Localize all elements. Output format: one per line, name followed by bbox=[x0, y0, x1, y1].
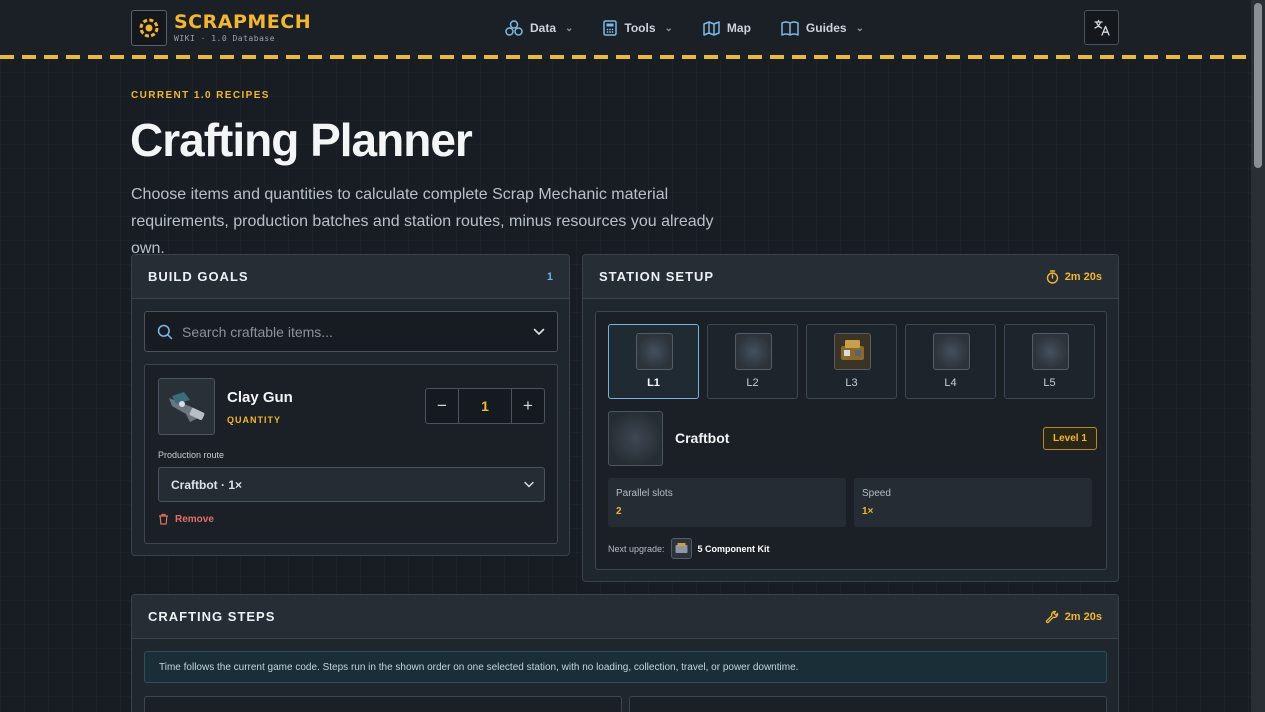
top-navigation-bar: SCRAPMECH WIKI · 1.0 Database Data ⌄ Too… bbox=[0, 0, 1251, 56]
nav-map[interactable]: Map bbox=[703, 18, 751, 38]
level-label: L4 bbox=[944, 377, 957, 389]
chevron-down-icon: ⌄ bbox=[664, 22, 673, 34]
station-level-l3[interactable]: L3 bbox=[806, 324, 897, 399]
nav-tools-label: Tools bbox=[624, 21, 656, 35]
chevron-down-icon[interactable] bbox=[533, 328, 545, 336]
language-button[interactable] bbox=[1084, 10, 1119, 45]
production-route-label: Production route bbox=[158, 450, 225, 460]
craftbot-l4-icon bbox=[933, 333, 970, 370]
station-level-selector: L1 L2 L3 L4 L5 bbox=[608, 324, 1095, 399]
increase-quantity-button[interactable]: + bbox=[512, 389, 544, 423]
parallel-slots-label: Parallel slots bbox=[616, 488, 673, 499]
nav-data-label: Data bbox=[530, 21, 557, 35]
station-setup-panel: STATION SETUP 2m 20s L1 L2 L3 L4 L5 Craf… bbox=[582, 254, 1119, 582]
chevron-down-icon: ⌄ bbox=[565, 22, 574, 34]
search-icon bbox=[157, 324, 173, 339]
station-config: L1 L2 L3 L4 L5 Craftbot Level 1 Parallel… bbox=[595, 311, 1107, 570]
next-upgrade: Next upgrade: 5 Component Kit bbox=[608, 538, 770, 559]
translate-icon bbox=[1093, 19, 1110, 36]
wrench-icon bbox=[1045, 610, 1058, 623]
clay-gun-icon bbox=[168, 391, 204, 422]
level-label: L5 bbox=[1043, 377, 1056, 389]
station-level-l5[interactable]: L5 bbox=[1004, 324, 1095, 399]
item-search-combobox[interactable] bbox=[144, 311, 558, 352]
craftbot-l5-icon bbox=[1032, 333, 1069, 370]
level-label: L2 bbox=[746, 377, 759, 389]
brand-name[interactable]: SCRAPMECH bbox=[174, 11, 311, 33]
build-goals-panel: BUILD GOALS 1 Clay Gun QUANTITY − 1 + bbox=[131, 254, 570, 556]
parallel-slots-value: 2 bbox=[616, 506, 622, 517]
hazard-stripe-divider bbox=[0, 55, 1251, 59]
brand-subtitle: WIKI · 1.0 Database bbox=[174, 34, 276, 43]
station-time: 2m 20s bbox=[1046, 269, 1102, 284]
scrollbar-thumb[interactable] bbox=[1254, 3, 1262, 168]
craftbot-icon bbox=[608, 411, 663, 466]
page-eyebrow: CURRENT 1.0 RECIPES bbox=[131, 90, 270, 101]
production-route-value: Craftbot · 1× bbox=[171, 477, 243, 492]
quantity-stepper: − 1 + bbox=[425, 388, 545, 424]
nav-data[interactable]: Data ⌄ bbox=[505, 18, 573, 38]
production-route-select[interactable]: Craftbot · 1× bbox=[158, 467, 545, 502]
goal-item-card: Clay Gun QUANTITY − 1 + Production route… bbox=[144, 364, 558, 544]
goal-count-badge: 1 bbox=[546, 270, 553, 283]
quantity-label: QUANTITY bbox=[227, 415, 281, 425]
search-input[interactable] bbox=[182, 323, 524, 340]
station-level-l1[interactable]: L1 bbox=[608, 324, 699, 399]
craftbot-l1-icon bbox=[636, 333, 673, 370]
speed-value: 1× bbox=[862, 506, 874, 517]
build-goals-title: BUILD GOALS bbox=[148, 269, 249, 284]
stopwatch-icon bbox=[1046, 269, 1058, 284]
gear-logo-icon bbox=[139, 18, 159, 38]
next-upgrade-label: Next upgrade: bbox=[608, 543, 665, 554]
station-level-l2[interactable]: L2 bbox=[707, 324, 798, 399]
component-kit-icon bbox=[670, 538, 692, 559]
timing-notice: Time follows the current game code. Step… bbox=[144, 651, 1107, 683]
calculator-icon bbox=[603, 20, 618, 36]
level-label: L1 bbox=[647, 377, 660, 389]
trash-icon bbox=[159, 513, 168, 525]
next-upgrade-item: 5 Component Kit bbox=[697, 543, 770, 554]
crafting-steps-title: CRAFTING STEPS bbox=[148, 609, 276, 624]
quantity-input[interactable]: 1 bbox=[458, 389, 512, 423]
page-title: Crafting Planner bbox=[130, 114, 473, 166]
book-icon bbox=[781, 20, 799, 36]
page-scrollbar[interactable] bbox=[1251, 0, 1265, 712]
nav-guides-label: Guides bbox=[805, 21, 847, 35]
steps-time-value: 2m 20s bbox=[1064, 610, 1102, 623]
page-description: Choose items and quantities to calculate… bbox=[131, 186, 714, 257]
crafting-steps-header: CRAFTING STEPS 2m 20s bbox=[132, 595, 1118, 639]
speed-label: Speed bbox=[862, 488, 891, 499]
remove-item-button[interactable]: Remove bbox=[158, 513, 214, 525]
chevron-down-icon bbox=[524, 481, 534, 488]
main-nav: Data ⌄ Tools ⌄ Map Guides ⌄ bbox=[505, 18, 894, 38]
decrease-quantity-button[interactable]: − bbox=[426, 389, 458, 423]
level-label: L3 bbox=[845, 377, 858, 389]
station-setup-header: STATION SETUP 2m 20s bbox=[583, 255, 1118, 299]
build-goals-header: BUILD GOALS 1 bbox=[132, 255, 569, 299]
item-thumbnail bbox=[158, 378, 215, 435]
crafting-steps-panel: CRAFTING STEPS 2m 20s Time follows the c… bbox=[131, 594, 1119, 712]
logo[interactable] bbox=[131, 10, 167, 46]
data-icon bbox=[505, 20, 523, 36]
station-level-l4[interactable]: L4 bbox=[905, 324, 996, 399]
crafting-step-card bbox=[144, 696, 622, 712]
station-level-badge: Level 1 bbox=[1043, 427, 1097, 450]
crafting-step-card bbox=[629, 696, 1107, 712]
item-name: Clay Gun bbox=[227, 389, 293, 406]
station-time-value: 2m 20s bbox=[1064, 270, 1102, 283]
craftbot-l2-icon bbox=[735, 333, 772, 370]
map-icon bbox=[703, 20, 720, 36]
craftbot-l3-icon bbox=[834, 333, 871, 370]
steps-time: 2m 20s bbox=[1045, 610, 1102, 624]
nav-guides[interactable]: Guides ⌄ bbox=[781, 18, 864, 38]
station-name: Craftbot bbox=[675, 430, 730, 446]
speed-stat: Speed 1× bbox=[854, 478, 1092, 527]
nav-map-label: Map bbox=[726, 21, 751, 35]
parallel-slots-stat: Parallel slots 2 bbox=[608, 478, 846, 527]
remove-label: Remove bbox=[175, 513, 214, 525]
chevron-down-icon: ⌄ bbox=[855, 22, 864, 34]
station-setup-title: STATION SETUP bbox=[599, 269, 715, 284]
nav-tools[interactable]: Tools ⌄ bbox=[603, 18, 673, 38]
